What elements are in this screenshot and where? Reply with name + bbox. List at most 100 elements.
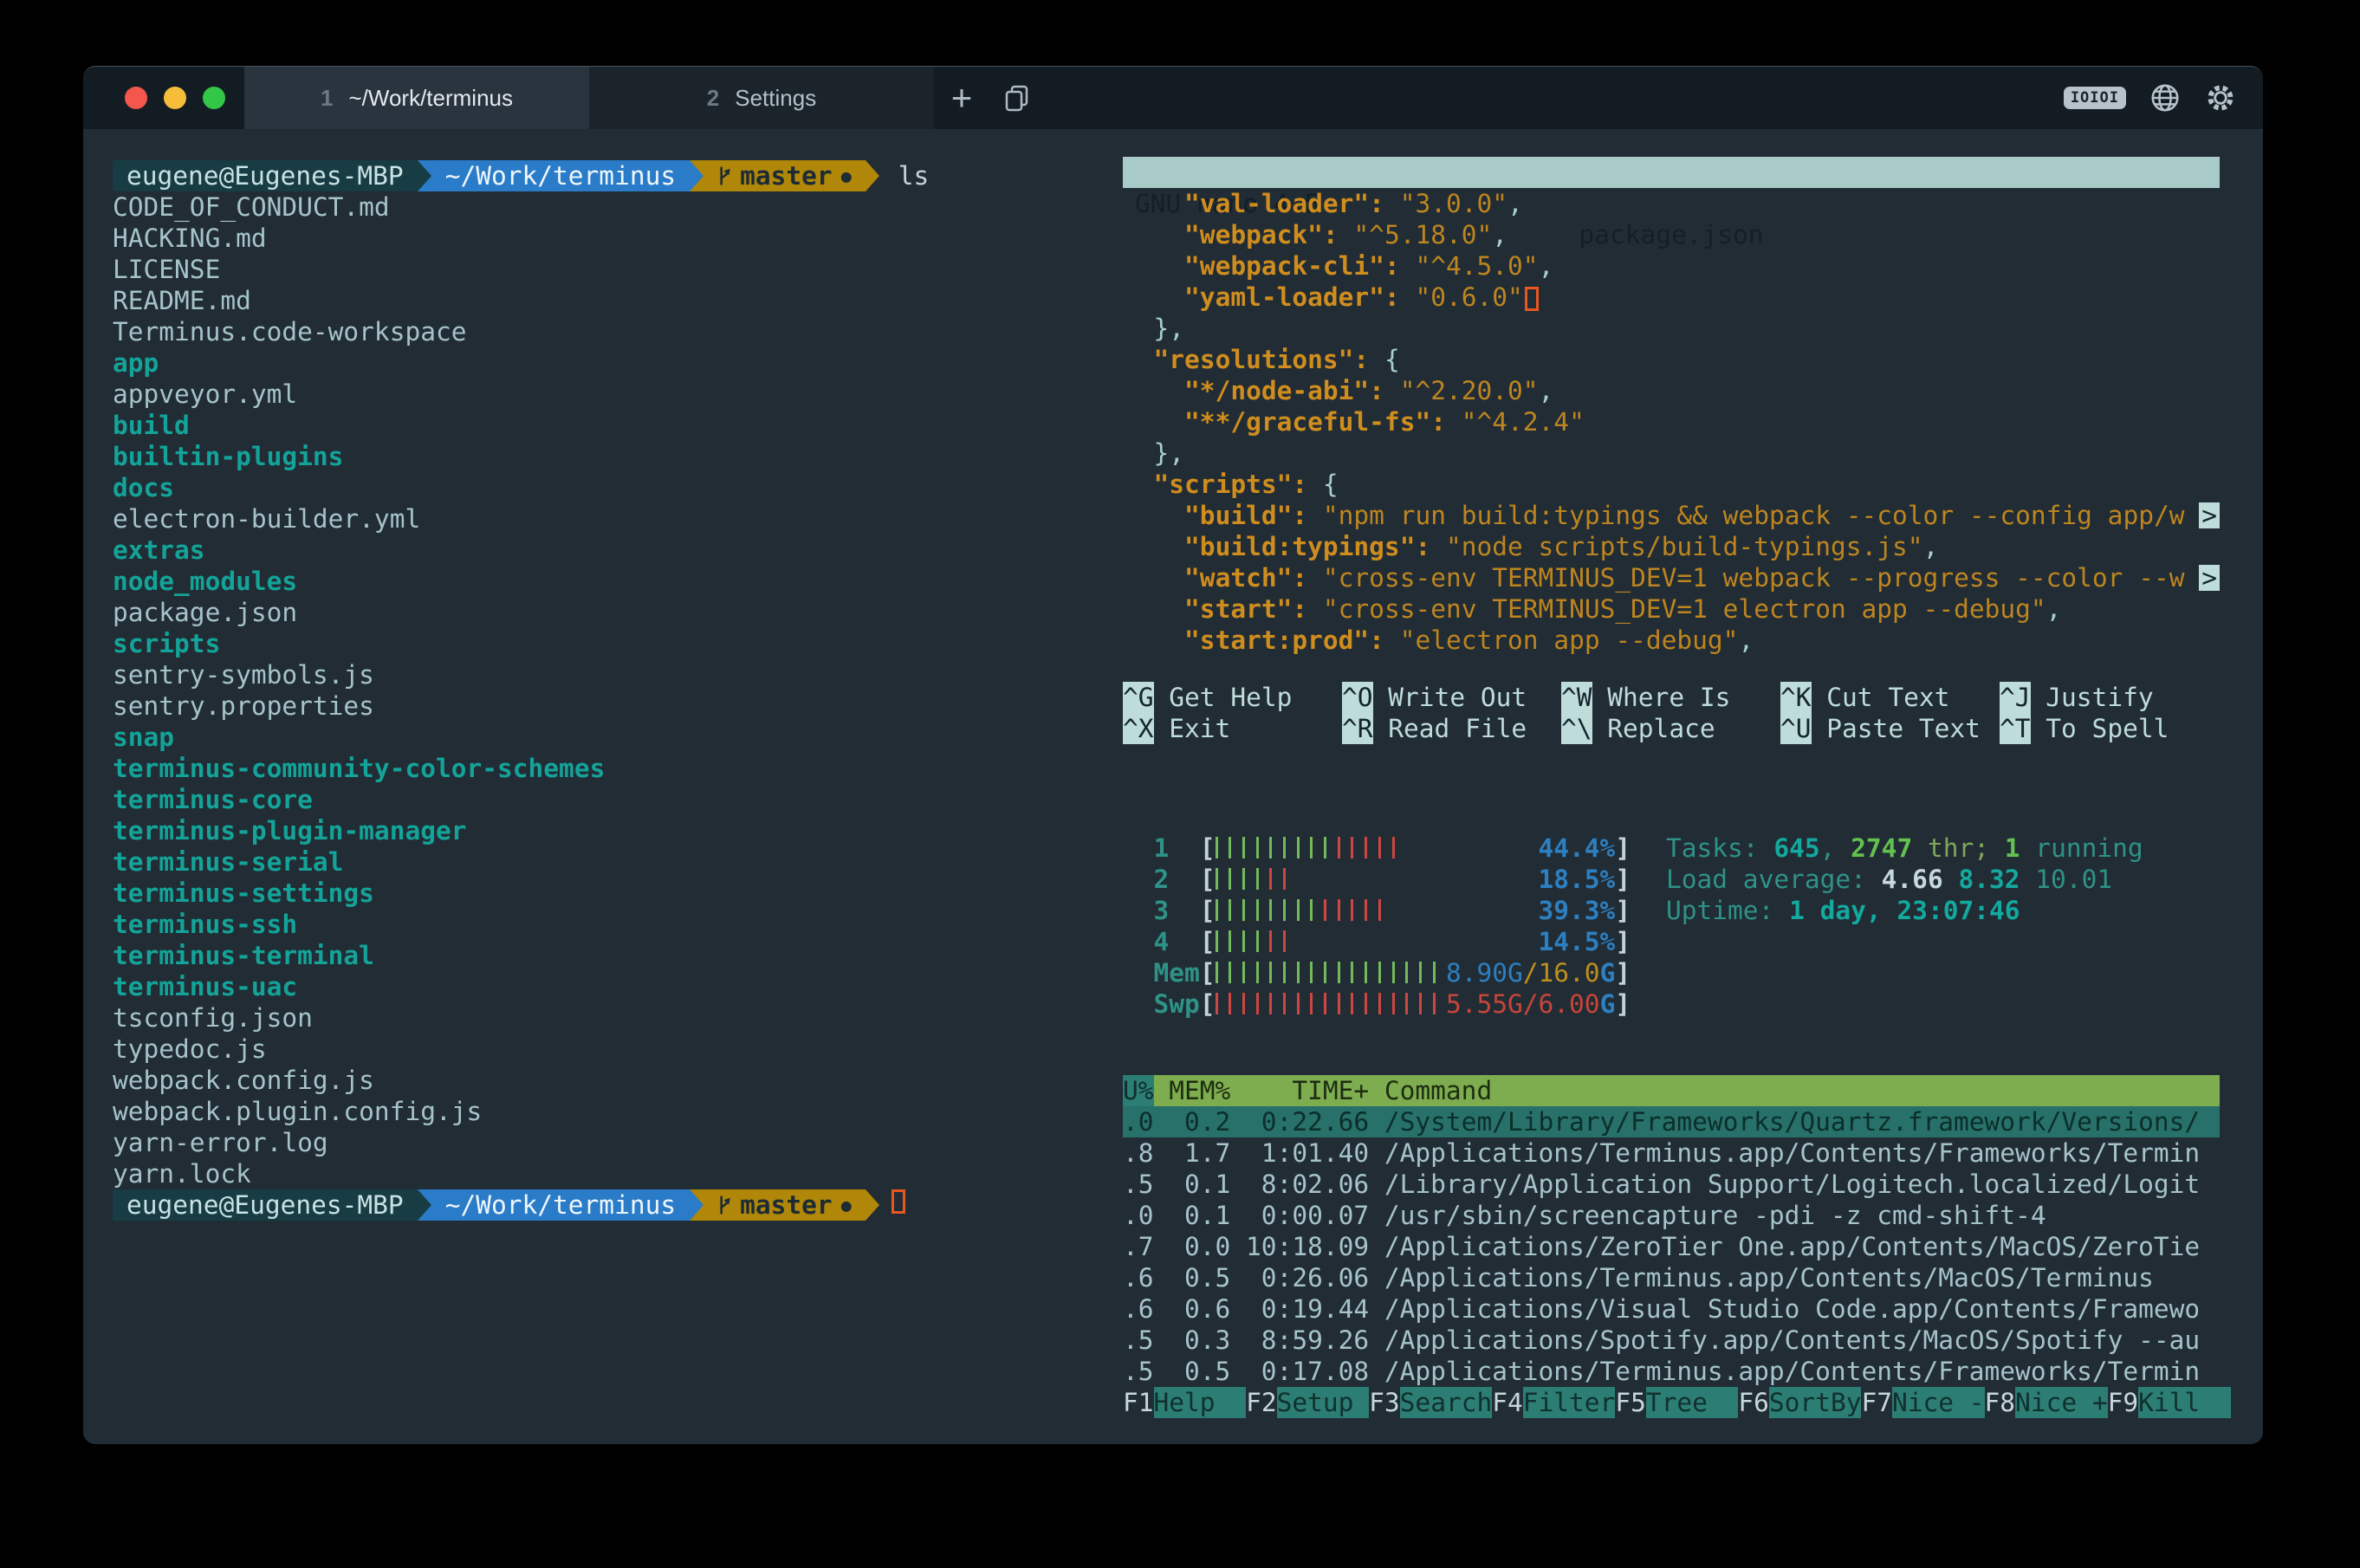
file-entry: sentry.properties	[113, 690, 1092, 722]
nano-shortcut[interactable]: ^G Get Help	[1123, 682, 1342, 713]
meter-bar	[1378, 837, 1381, 859]
meter-value: 14.5%	[1539, 926, 1616, 957]
fkey-item[interactable]: F3Search	[1369, 1387, 1492, 1418]
htop-pane: 1 [44.4%] 2 [18.5%] 3 [39.3%] 4 [14.5%] …	[1123, 833, 2220, 1418]
toolbar-right: IOIOI	[2064, 67, 2263, 129]
prompt-path-segment: ~/Work/terminus	[431, 160, 690, 191]
meter-body: 14.5%	[1216, 926, 1616, 957]
meter-value: 8.90G/16.0G	[1446, 957, 1615, 988]
process-row[interactable]: .00.10:00.07/usr/sbin/screencapture -pdi…	[1123, 1200, 2220, 1231]
left-terminal-pane[interactable]: eugene@Eugenes-MBP ~/Work/terminus maste…	[113, 160, 1092, 1221]
shortcut-label: Get Help	[1154, 683, 1293, 712]
file-entry: terminus-uac	[113, 971, 1092, 1002]
fkey-item[interactable]: F6SortBy	[1738, 1387, 1861, 1418]
shortcut-label: Read File	[1373, 714, 1527, 743]
meter-bar	[1229, 962, 1231, 983]
gear-icon	[2204, 81, 2237, 114]
code-line: "resolutions": {	[1123, 344, 2220, 375]
right-terminal-pane[interactable]: GNU nano 4.5 package.json "val-loader": …	[1123, 157, 2220, 1444]
fkey-key: F4	[1492, 1387, 1523, 1418]
powerline-separator	[690, 160, 703, 191]
shortcut-key: ^\	[1561, 713, 1592, 744]
file-entry: build	[113, 410, 1092, 441]
meter-bar	[1365, 837, 1367, 859]
close-button[interactable]	[125, 87, 147, 109]
shortcut-key: ^X	[1123, 713, 1154, 744]
process-row[interactable]: .00.20:22.66/System/Library/Frameworks/Q…	[1123, 1106, 2220, 1137]
table-header[interactable]: U%MEM%TIME+Command	[1123, 1075, 2220, 1106]
duplicate-tab-button[interactable]	[989, 67, 1045, 129]
meter-bar	[1405, 962, 1408, 983]
file-entry: tsconfig.json	[113, 1002, 1092, 1033]
tab-settings[interactable]: 2 Settings	[589, 67, 934, 129]
meter-bar	[1269, 837, 1272, 859]
meter-bar	[1378, 899, 1381, 921]
git-branch-icon	[717, 1194, 731, 1216]
meter-value: 18.5%	[1539, 864, 1616, 895]
powerline-separator	[418, 160, 431, 191]
meter-bar	[1283, 962, 1286, 983]
file-entry: electron-builder.yml	[113, 503, 1092, 535]
shortcut-label: Replace	[1592, 714, 1715, 743]
file-entry: terminus-ssh	[113, 909, 1092, 940]
fkey-item[interactable]: F2Setup	[1246, 1387, 1369, 1418]
meter-bar	[1256, 993, 1259, 1014]
nano-shortcut[interactable]: ^J Justify	[2000, 682, 2219, 713]
meter-bar	[1242, 899, 1245, 921]
code-line: "build:typings": "node scripts/build-typ…	[1123, 531, 2220, 562]
zoom-button[interactable]	[203, 87, 225, 109]
process-row[interactable]: .81.71:01.40/Applications/Terminus.app/C…	[1123, 1137, 2220, 1169]
serial-port-button[interactable]: IOIOI	[2064, 87, 2126, 109]
meter-bar	[1216, 899, 1218, 921]
meter-bar	[1283, 899, 1286, 921]
shortcut-key: ^J	[2000, 682, 2031, 713]
text-cursor	[1525, 287, 1539, 311]
process-row[interactable]: .50.50:17.08/Applications/Terminus.app/C…	[1123, 1356, 2220, 1387]
fkey-item[interactable]: F7Nice -	[1861, 1387, 1984, 1418]
fkey-item[interactable]: F1Help	[1123, 1387, 1246, 1418]
tab-terminal[interactable]: 1 ~/Work/terminus	[244, 67, 589, 129]
fkey-item[interactable]: F5Tree	[1615, 1387, 1738, 1418]
prompt-git-segment: master ●	[703, 160, 866, 191]
settings-button[interactable]	[2204, 81, 2237, 114]
nano-shortcut[interactable]: ^K Cut Text	[1780, 682, 2000, 713]
typed-command: ls	[898, 160, 930, 191]
col-command: Command	[1369, 1075, 2220, 1106]
nano-shortcut[interactable]: ^U Paste Text	[1780, 713, 2000, 744]
meter-bar	[1338, 993, 1340, 1014]
fkey-key: F1	[1123, 1387, 1154, 1418]
nano-shortcut[interactable]: ^R Read File	[1342, 713, 1561, 744]
process-row[interactable]: .60.50:26.06/Applications/Terminus.app/C…	[1123, 1262, 2220, 1293]
globe-button[interactable]	[2149, 81, 2182, 114]
powerline-separator	[866, 1189, 879, 1221]
file-entry: terminus-settings	[113, 878, 1092, 909]
nano-shortcut[interactable]: ^W Where Is	[1561, 682, 1780, 713]
fkey-item[interactable]: F9Kill	[2108, 1387, 2231, 1418]
nano-shortcut[interactable]: ^T To Spell	[2000, 713, 2219, 744]
fkey-item[interactable]: F8Nice +	[1985, 1387, 2108, 1418]
line-continuation-marker: >	[2199, 565, 2220, 591]
nano-shortcut[interactable]: ^X Exit	[1123, 713, 1342, 744]
stats-line: Uptime: 1 day, 23:07:46	[1666, 895, 2143, 926]
file-entry: terminus-community-color-schemes	[113, 753, 1092, 784]
new-tab-button[interactable]: +	[934, 67, 989, 129]
meter-bar	[1256, 837, 1259, 859]
file-entry: yarn-error.log	[113, 1127, 1092, 1158]
minimize-button[interactable]	[164, 87, 186, 109]
process-row[interactable]: .70.010:18.09/Applications/ZeroTier One.…	[1123, 1231, 2220, 1262]
meter-bar	[1338, 962, 1340, 983]
col-mem: MEM%	[1169, 1075, 1230, 1106]
meter-bar	[1269, 899, 1272, 921]
process-row[interactable]: .60.60:19.44/Applications/Visual Studio …	[1123, 1293, 2220, 1325]
fkey-item[interactable]: F4Filter	[1492, 1387, 1615, 1418]
meter-bar	[1378, 962, 1381, 983]
meter-bar	[1229, 837, 1231, 859]
process-table: U%MEM%TIME+Command.00.20:22.66/System/Li…	[1123, 1075, 2220, 1387]
fkey-label: Nice -	[1892, 1387, 1985, 1418]
code-line: "yaml-loader": "0.6.0"	[1123, 282, 2220, 313]
nano-shortcut[interactable]: ^O Write Out	[1342, 682, 1561, 713]
code-line: "scripts": {	[1123, 469, 2220, 500]
process-row[interactable]: .50.38:59.26/Applications/Spotify.app/Co…	[1123, 1325, 2220, 1356]
nano-shortcut[interactable]: ^\ Replace	[1561, 713, 1780, 744]
process-row[interactable]: .50.18:02.06/Library/Application Support…	[1123, 1169, 2220, 1200]
